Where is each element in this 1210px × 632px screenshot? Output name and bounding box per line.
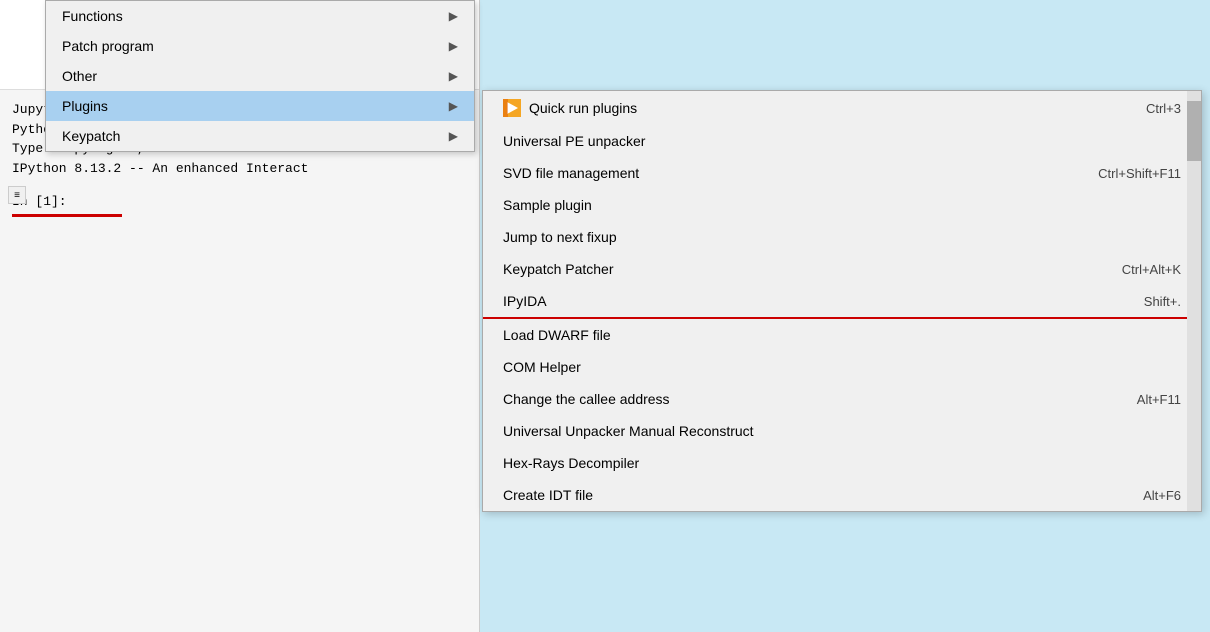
submenu-item-keypatch[interactable]: Keypatch Patcher Ctrl+Alt+K <box>483 253 1201 285</box>
menu-item-functions-label: Functions <box>62 8 123 24</box>
submenu-item-sample-inner: Sample plugin <box>503 197 592 213</box>
menu-item-other[interactable]: Other ▶ <box>46 61 474 91</box>
submenu-item-com-helper-label: COM Helper <box>503 359 581 375</box>
quick-run-icon <box>503 99 521 117</box>
submenu-item-sample[interactable]: Sample plugin <box>483 189 1201 221</box>
arrow-icon: ▶ <box>449 69 458 83</box>
menu-item-other-label: Other <box>62 68 97 84</box>
shortcut-svd: Ctrl+Shift+F11 <box>1098 166 1181 181</box>
submenu-item-com-helper-inner: COM Helper <box>503 359 581 375</box>
submenu-item-load-dwarf-inner: Load DWARF file <box>503 327 611 343</box>
submenu-item-unpacker-reconstruct[interactable]: Universal Unpacker Manual Reconstruct <box>483 415 1201 447</box>
submenu-item-pe-unpacker-inner: Universal PE unpacker <box>503 133 645 149</box>
submenu-item-hexrays-label: Hex-Rays Decompiler <box>503 455 639 471</box>
left-dropdown-menu: Functions ▶ Patch program ▶ Other ▶ Plug… <box>45 0 475 152</box>
submenu-item-create-idt-inner: Create IDT file <box>503 487 593 503</box>
submenu-item-hexrays[interactable]: Hex-Rays Decompiler <box>483 447 1201 479</box>
submenu-item-callee-label: Change the callee address <box>503 391 670 407</box>
plugins-submenu: Quick run plugins Ctrl+3 Universal PE un… <box>482 90 1202 512</box>
arrow-icon: ▶ <box>449 39 458 53</box>
submenu-item-unpacker-reconstruct-inner: Universal Unpacker Manual Reconstruct <box>503 423 754 439</box>
arrow-icon: ▶ <box>449 129 458 143</box>
submenu-item-load-dwarf[interactable]: Load DWARF file <box>483 319 1201 351</box>
arrow-icon: ▶ <box>449 99 458 113</box>
submenu-item-svd-label: SVD file management <box>503 165 639 181</box>
console-line-4: IPython 8.13.2 -- An enhanced Interact <box>12 159 467 179</box>
submenu-item-callee-inner: Change the callee address <box>503 391 670 407</box>
submenu-item-com-helper[interactable]: COM Helper <box>483 351 1201 383</box>
submenu-item-create-idt[interactable]: Create IDT file Alt+F6 <box>483 479 1201 511</box>
submenu-item-keypatch-label: Keypatch Patcher <box>503 261 614 277</box>
submenu-item-callee[interactable]: Change the callee address Alt+F11 <box>483 383 1201 415</box>
menu-item-patch-program-label: Patch program <box>62 38 154 54</box>
submenu-item-keypatch-inner: Keypatch Patcher <box>503 261 614 277</box>
scrollbar-thumb[interactable] <box>1187 101 1201 161</box>
shortcut-quick-run: Ctrl+3 <box>1146 101 1181 116</box>
menu-item-plugins[interactable]: Plugins ▶ <box>46 91 474 121</box>
submenu-item-quick-run-label: Quick run plugins <box>529 100 637 116</box>
menu-item-keypatch-label: Keypatch <box>62 128 120 144</box>
shortcut-keypatch: Ctrl+Alt+K <box>1122 262 1181 277</box>
submenu-item-ipyida[interactable]: IPyIDA Shift+. <box>483 285 1201 317</box>
submenu-item-jump-fixup[interactable]: Jump to next fixup <box>483 221 1201 253</box>
submenu-item-ipyida-inner: IPyIDA <box>503 293 547 309</box>
console-icon: ≡ <box>8 186 26 204</box>
submenu-item-pe-unpacker-label: Universal PE unpacker <box>503 133 645 149</box>
submenu-item-svd[interactable]: SVD file management Ctrl+Shift+F11 <box>483 157 1201 189</box>
menu-item-patch-program[interactable]: Patch program ▶ <box>46 31 474 61</box>
menu-item-keypatch[interactable]: Keypatch ▶ <box>46 121 474 151</box>
submenu-item-quick-run-inner: Quick run plugins <box>503 99 637 117</box>
shortcut-ipyida: Shift+. <box>1144 294 1181 309</box>
submenu-item-jump-fixup-inner: Jump to next fixup <box>503 229 617 245</box>
submenu-item-create-idt-label: Create IDT file <box>503 487 593 503</box>
submenu-item-jump-fixup-label: Jump to next fixup <box>503 229 617 245</box>
shortcut-callee: Alt+F11 <box>1137 392 1181 407</box>
submenu-item-hexrays-inner: Hex-Rays Decompiler <box>503 455 639 471</box>
menu-item-plugins-label: Plugins <box>62 98 108 114</box>
shortcut-create-idt: Alt+F6 <box>1143 488 1181 503</box>
console-cursor <box>12 214 122 217</box>
submenu-item-ipyida-label: IPyIDA <box>503 293 547 309</box>
submenu-item-sample-label: Sample plugin <box>503 197 592 213</box>
submenu-item-unpacker-reconstruct-label: Universal Unpacker Manual Reconstruct <box>503 423 754 439</box>
submenu-item-quick-run[interactable]: Quick run plugins Ctrl+3 <box>483 91 1201 125</box>
submenu-item-load-dwarf-label: Load DWARF file <box>503 327 611 343</box>
arrow-icon: ▶ <box>449 9 458 23</box>
submenu-item-pe-unpacker[interactable]: Universal PE unpacker <box>483 125 1201 157</box>
menu-item-functions[interactable]: Functions ▶ <box>46 1 474 31</box>
submenu-item-svd-inner: SVD file management <box>503 165 639 181</box>
submenu-scrollbar[interactable] <box>1187 91 1201 511</box>
